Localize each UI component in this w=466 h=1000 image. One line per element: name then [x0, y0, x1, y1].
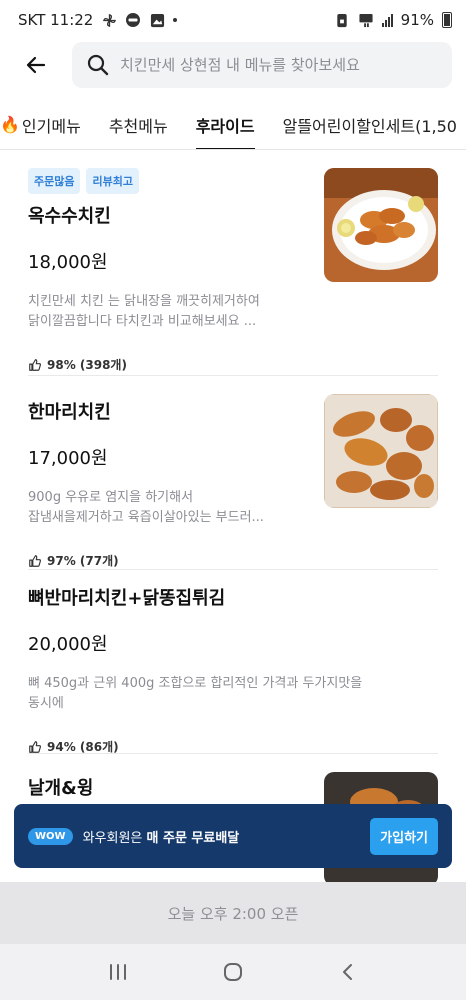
status-bar: SKT 11:22 91% [0, 0, 466, 40]
badge-row: 주문많음 리뷰최고 [28, 168, 308, 194]
description-line: 잡냄새을제거하고 육즙이살아있는 부드러... [28, 510, 264, 525]
description-line: 900g 우유로 염지을 하기해서 [28, 490, 194, 505]
badge-many-orders: 주문많음 [28, 168, 81, 194]
tab-label: 알뜰어린이할인세트(1,50 [282, 116, 457, 136]
system-nav-bar [0, 944, 466, 1000]
menu-item-description: 치킨만세 치킨 는 닭내장을 깨끗히제거하여 닭이깔끔합니다 타치킨과 비교해보… [28, 292, 308, 332]
tab-recommended[interactable]: 추천메뉴 [95, 100, 182, 149]
menu-item-name: 옥수수치킨 [28, 206, 111, 227]
carrier-time: SKT 11:22 [18, 11, 94, 29]
description-line: 뼈 450g과 근위 400g 조합으로 합리적인 가격과 두가지맛을 [28, 676, 363, 691]
menu-item-rating: 94% (86개) [28, 738, 438, 755]
tab-label: 인기메뉴 [21, 116, 81, 136]
recent-apps-icon [109, 964, 126, 980]
sim-lock-icon [334, 12, 350, 28]
menu-item-description: 900g 우유로 염지을 하기해서 잡냄새을제거하고 육즙이살아있는 부드러..… [28, 488, 308, 528]
menu-list: 주문많음 리뷰최고 옥수수치킨 18,000원 치킨만세 치킨 는 닭내장을 깨… [0, 152, 466, 894]
back-button[interactable] [18, 47, 54, 83]
menu-item-photo [324, 394, 438, 508]
wow-text-highlight: 매 주문 무료배달 [146, 830, 240, 846]
open-time-bar: 오늘 오후 2:00 오픈 [0, 882, 466, 944]
menu-item-text: 한마리치킨 17,000원 900g 우유로 염지을 하기해서 잡냄새을제거하고… [28, 398, 308, 569]
wow-badge: WOW [28, 827, 73, 845]
tab-label: 추천메뉴 [108, 116, 168, 136]
menu-item-name: 한마리치킨 [28, 402, 111, 423]
menu-item-price: 17,000원 [28, 448, 108, 469]
nav-back-button[interactable] [328, 952, 368, 992]
fire-icon: 🔥 [0, 115, 20, 134]
talk-icon [125, 12, 141, 28]
battery-level: 91% [400, 11, 434, 29]
tab-fried[interactable]: 후라이드 [182, 100, 269, 149]
menu-item-text: 뼈반마리치킨+닭똥집튀김 20,000원 뼈 450g과 근위 400g 조합으… [28, 584, 438, 755]
menu-item[interactable]: 뼈반마리치킨+닭똥집튀김 20,000원 뼈 450g과 근위 400g 조합으… [28, 570, 438, 754]
status-left: SKT 11:22 [18, 11, 178, 29]
notification-dot-icon [173, 18, 178, 22]
menu-item-photo [324, 168, 438, 282]
search-box[interactable] [72, 42, 452, 88]
wow-text-prefix: 와우회원은 [82, 830, 147, 846]
search-input[interactable] [120, 56, 438, 74]
home-icon [223, 963, 242, 981]
menu-item[interactable]: 주문많음 리뷰최고 옥수수치킨 18,000원 치킨만세 치킨 는 닭내장을 깨… [28, 152, 438, 376]
wow-membership-banner[interactable]: WOW 와우회원은 매 주문 무료배달 가입하기 [14, 804, 452, 868]
menu-item-price: 20,000원 [28, 634, 108, 655]
description-line: 동시에 [28, 696, 64, 711]
badge-best-review: 리뷰최고 [86, 168, 139, 194]
status-right: 91% [334, 11, 452, 29]
menu-item-rating: 98% (398개) [28, 356, 308, 373]
thumbs-up-icon [29, 554, 41, 567]
pinwheel-icon [101, 12, 117, 28]
menu-item[interactable]: 한마리치킨 17,000원 900g 우유로 염지을 하기해서 잡냄새을제거하고… [28, 376, 438, 570]
battery-icon [442, 12, 452, 28]
5g-icon [358, 12, 374, 28]
wow-banner-text: 와우회원은 매 주문 무료배달 [83, 827, 361, 846]
menu-item-price: 18,000원 [28, 252, 108, 273]
menu-item-name: 날개&윙 [28, 778, 94, 799]
description-line: 치킨만세 치킨 는 닭내장을 깨끗히제거하여 [28, 294, 260, 309]
menu-item-text: 주문많음 리뷰최고 옥수수치킨 18,000원 치킨만세 치킨 는 닭내장을 깨… [28, 168, 308, 373]
header [0, 40, 466, 90]
rating-text: 97% (77개) [47, 554, 119, 568]
recent-apps-button[interactable] [98, 952, 138, 992]
search-icon [87, 54, 109, 76]
tab-label: 후라이드 [195, 116, 255, 136]
open-time-text: 오늘 오후 2:00 오픈 [167, 904, 299, 923]
thumbs-up-icon [29, 740, 41, 753]
menu-item-text: 날개&윙 [28, 774, 308, 800]
description-line: 닭이깔끔합니다 타치킨과 비교해보세요 ... [28, 314, 257, 329]
back-arrow-icon [26, 56, 46, 74]
home-button[interactable] [213, 952, 253, 992]
gallery-icon [149, 12, 165, 28]
tab-kids-set[interactable]: 알뜰어린이할인세트(1,50 [269, 100, 466, 149]
tab-popular[interactable]: 🔥 인기메뉴 [0, 100, 95, 149]
category-tabs: 🔥 인기메뉴 추천메뉴 후라이드 알뜰어린이할인세트(1,50 [0, 100, 466, 150]
rating-text: 94% (86개) [47, 740, 119, 754]
menu-item-rating: 97% (77개) [28, 552, 308, 569]
menu-item-description: 뼈 450g과 근위 400g 조합으로 합리적인 가격과 두가지맛을 동시에 [28, 674, 438, 714]
join-button[interactable]: 가입하기 [370, 817, 438, 855]
menu-item-name: 뼈반마리치킨+닭똥집튀김 [28, 588, 226, 609]
nav-back-icon [343, 964, 353, 980]
signal-icon [381, 13, 393, 27]
thumbs-up-icon [29, 358, 41, 371]
rating-text: 98% (398개) [47, 358, 127, 372]
